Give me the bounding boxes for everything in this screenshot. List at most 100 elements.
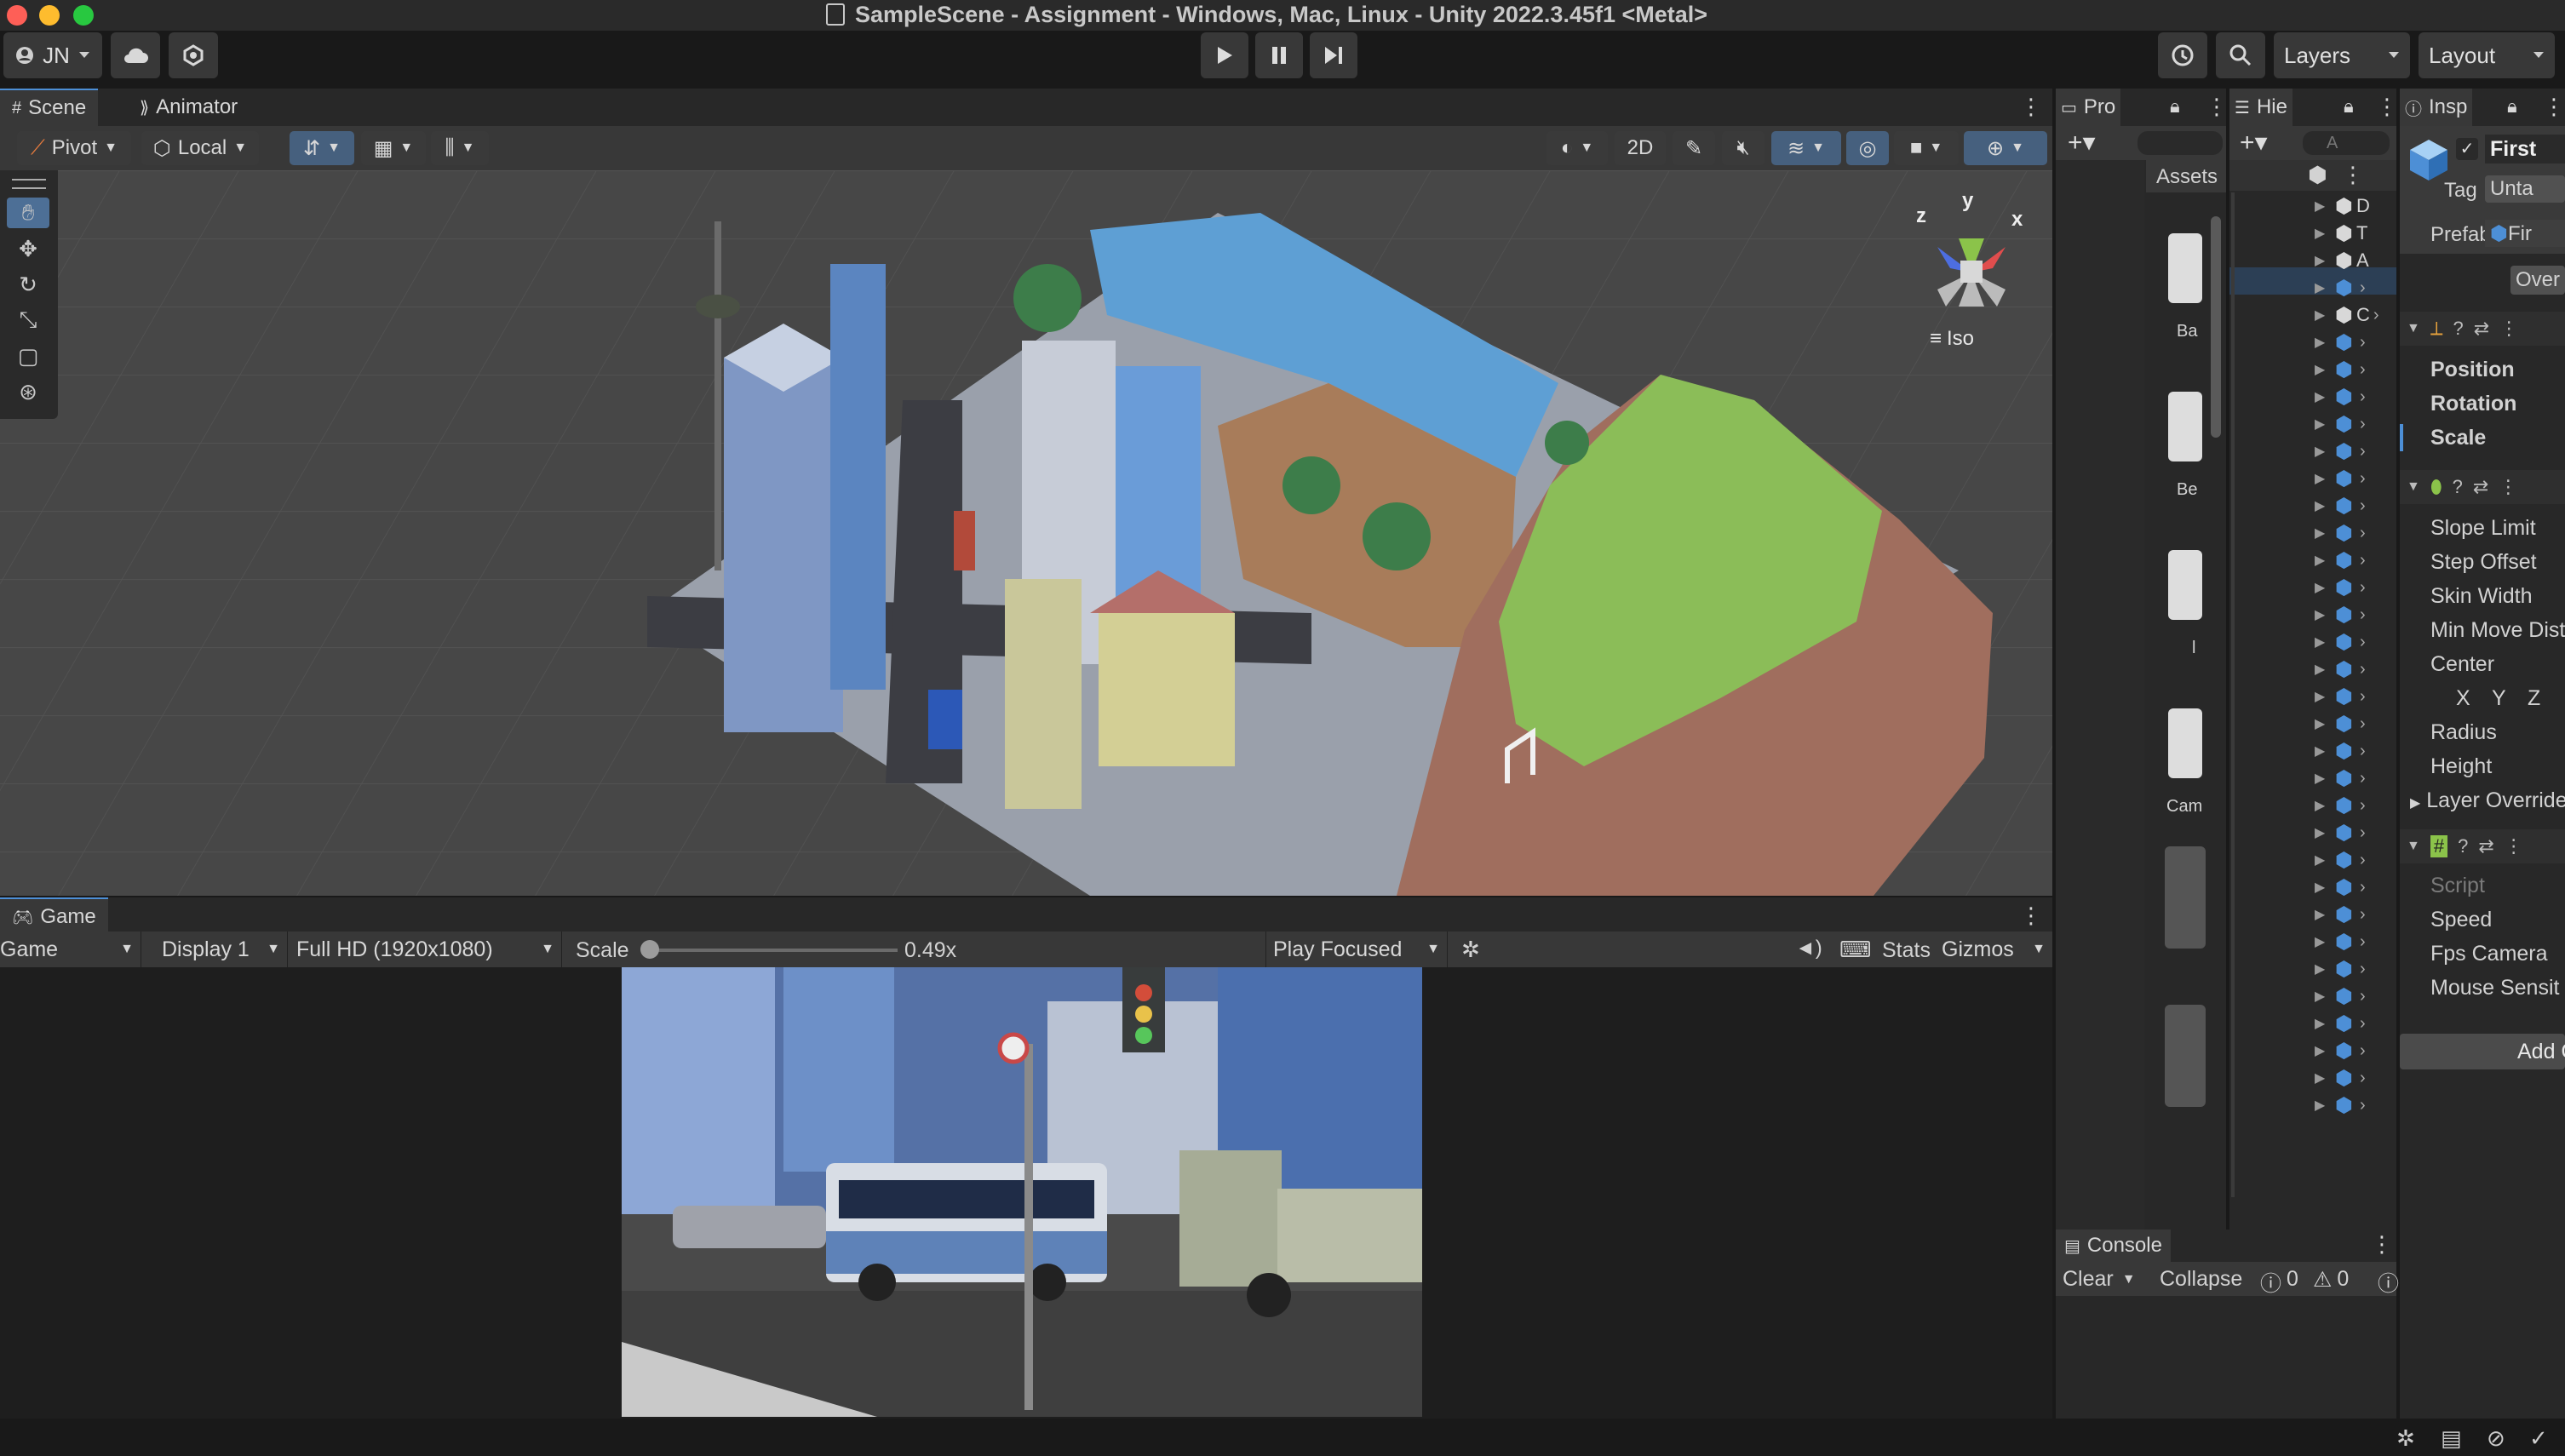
audio-toggle[interactable]: 🔇︎ (1722, 131, 1765, 165)
foldout-arrow-icon[interactable]: ▶ (2315, 851, 2335, 868)
foldout-arrow-icon[interactable]: ▶ (2315, 307, 2335, 324)
project-breadcrumb[interactable]: Assets (2146, 160, 2226, 192)
hierarchy-row[interactable]: ▶ ⬢ › (2299, 874, 2384, 901)
hierarchy-row[interactable]: ▶ ⬢ › (2299, 547, 2384, 574)
lock-icon[interactable]: 🔒︎ (2344, 95, 2354, 118)
hierarchy-row[interactable]: ▶ ⬢ › (2299, 356, 2384, 383)
hierarchy-row[interactable]: ▶ ⬢ › (2299, 765, 2384, 792)
tab-game[interactable]: 🎮︎ Game (0, 897, 108, 935)
foldout-arrow-icon[interactable]: ▶ (2315, 497, 2335, 514)
search-button[interactable] (2216, 32, 2265, 78)
kebab-menu-icon[interactable]: ⋮ (2020, 94, 2042, 120)
bug-icon[interactable]: ✲ (1461, 937, 1480, 963)
layers-dropdown[interactable]: Layers (2274, 32, 2410, 78)
foldout-arrow-icon[interactable]: ▶ (2315, 361, 2335, 378)
gizmos-scene-dropdown[interactable]: ⊕ ▼ (1964, 131, 2047, 165)
object-name-field[interactable]: First (2485, 135, 2565, 163)
stats-toggle[interactable]: Stats (1882, 938, 1931, 963)
tag-dropdown[interactable]: Unta (2485, 175, 2565, 203)
hierarchy-row[interactable]: ▶ ⬢ T (2299, 220, 2384, 247)
move-tool-icon[interactable]: ✥ (7, 233, 49, 264)
asset-item[interactable] (2168, 708, 2202, 778)
hierarchy-row[interactable]: ▶ ⬢ › (2299, 274, 2384, 301)
foldout-arrow-icon[interactable]: ▶ (2315, 715, 2335, 732)
character-controller-header[interactable]: ▼ ⬮ ? ⇄ ⋮ (2400, 470, 2565, 504)
foldout-arrow-icon[interactable]: ▶ (2315, 252, 2335, 269)
script-component-header[interactable]: ▼ # ? ⇄ ⋮ (2400, 829, 2565, 863)
cache-server-icon[interactable]: ▤ (2441, 1425, 2462, 1452)
hierarchy-row[interactable]: ▶ ⬢ › (2299, 1064, 2384, 1092)
kebab-menu-icon[interactable]: ⋮ (2020, 903, 2042, 929)
foldout-arrow-icon[interactable]: ▶ (2315, 742, 2335, 760)
foldout-arrow-icon[interactable]: ▶ (2315, 470, 2335, 487)
rotate-tool-icon[interactable]: ↻ (7, 269, 49, 300)
foldout-arrow-icon[interactable]: ▶ (2315, 770, 2335, 787)
history-button[interactable] (2158, 32, 2207, 78)
prefab-thumbnail[interactable] (2165, 1005, 2206, 1107)
status-check-icon[interactable]: ✓ (2529, 1425, 2548, 1452)
scene-viewport[interactable]: ✋︎ ✥ ↻ ⤡ ▢ ⊛ y z x ≡ Iso (0, 170, 2052, 896)
tab-project[interactable]: ▭ Pro (2056, 89, 2121, 126)
scene-root-row[interactable]: ⬢ ⋮ (2229, 160, 2396, 191)
effects-dropdown[interactable]: ≋ ▼ (1771, 131, 1841, 165)
hierarchy-row[interactable]: ▶ ⬢ › (2299, 983, 2384, 1010)
audio-mute-game-icon[interactable]: ◄) (1795, 937, 1822, 960)
scale-slider-track[interactable] (647, 949, 898, 952)
keyboard-icon[interactable]: ⌨︎ (1839, 937, 1872, 963)
foldout-arrow-icon[interactable]: ▶ (2315, 525, 2335, 542)
overrides-dropdown[interactable]: Over (2510, 266, 2565, 295)
layout-dropdown[interactable]: Layout (2419, 32, 2555, 78)
foldout-arrow-icon[interactable]: ▶ (2315, 688, 2335, 705)
hierarchy-row[interactable]: ▶ ⬢ › (2299, 465, 2384, 492)
info-log-icon[interactable]: ⓘ (2378, 1267, 2399, 1298)
project-scrollbar[interactable] (2211, 216, 2221, 438)
increment-snap-dropdown[interactable]: ⫼ ▼ (431, 131, 489, 165)
cloud-button[interactable] (111, 32, 160, 78)
game-view-dropdown[interactable]: Game ▼ (0, 931, 141, 967)
hierarchy-row[interactable]: ▶ ⬢ C › (2299, 301, 2384, 329)
foldout-arrow-icon[interactable]: ▶ (2315, 988, 2335, 1005)
foldout-arrow-icon[interactable]: ▶ (2315, 606, 2335, 623)
account-dropdown[interactable]: JN (3, 32, 102, 78)
clear-dropdown[interactable]: Clear ▼ (2063, 1267, 2136, 1292)
collapse-toggle[interactable]: Collapse (2160, 1267, 2242, 1292)
foldout-arrow-icon[interactable]: ▶ (2315, 279, 2335, 296)
hierarchy-row[interactable]: ▶ ⬢ › (2299, 601, 2384, 628)
prefab-field[interactable]: ⬢Fir (2485, 220, 2565, 247)
kebab-menu-icon[interactable]: ⋮ (2376, 94, 2398, 120)
hierarchy-scrollbar[interactable] (2231, 192, 2235, 1197)
foldout-arrow-icon[interactable]: ▶ (2315, 1042, 2335, 1059)
foldout-arrow-icon[interactable]: ▶ (2315, 933, 2335, 950)
foldout-arrow-icon[interactable]: ▶ (2315, 960, 2335, 977)
foldout-arrow-icon[interactable]: ▶ (2315, 906, 2335, 923)
play-button[interactable] (1201, 32, 1248, 78)
hierarchy-row[interactable]: ▶ ⬢ › (2299, 574, 2384, 601)
minimize-window-button[interactable] (39, 5, 60, 26)
hierarchy-row[interactable]: ▶ ⬢ › (2299, 329, 2384, 356)
pause-button[interactable] (1255, 32, 1303, 78)
prefab-thumbnail[interactable] (2165, 846, 2206, 949)
kebab-menu-icon[interactable]: ⋮ (2543, 94, 2565, 120)
add-component-button[interactable]: Add C (2400, 1034, 2565, 1069)
transform-header[interactable]: ▼ ⟂ ? ⇄ ⋮ (2400, 312, 2565, 346)
asset-item[interactable] (2168, 392, 2202, 461)
camera-dropdown[interactable]: ■ ▼ (1894, 131, 1959, 165)
tab-animator[interactable]: ⟫ Animator (128, 89, 250, 126)
tab-hierarchy[interactable]: ☰ Hie (2229, 89, 2292, 126)
hierarchy-row[interactable]: ▶ ⬢ › (2299, 955, 2384, 983)
close-window-button[interactable] (7, 5, 27, 26)
hand-tool-icon[interactable]: ✋︎ (7, 198, 49, 228)
hierarchy-row[interactable]: ▶ ⬢ › (2299, 519, 2384, 547)
foldout-arrow-icon[interactable]: ▶ (2315, 1015, 2335, 1032)
lighting-toggle[interactable]: ✎ (1673, 131, 1715, 165)
hierarchy-row[interactable]: ▶ ⬢ › (2299, 383, 2384, 410)
network-icon[interactable]: ⊘ (2487, 1425, 2505, 1452)
play-mode-dropdown[interactable]: Play Focused ▼ (1265, 931, 1448, 967)
asset-item[interactable] (2168, 550, 2202, 620)
foldout-arrow-icon[interactable]: ▶ (2315, 579, 2335, 596)
error-count-toggle[interactable]: ⓘ 0 (2260, 1267, 2298, 1298)
kebab-menu-icon[interactable]: ⋮ (2342, 162, 2364, 188)
rect-tool-icon[interactable]: ▢ (7, 341, 49, 371)
layer-overrides-foldout[interactable]: ▶ Layer Override (2410, 788, 2565, 813)
hierarchy-row[interactable]: ▶ ⬢ › (2299, 438, 2384, 465)
